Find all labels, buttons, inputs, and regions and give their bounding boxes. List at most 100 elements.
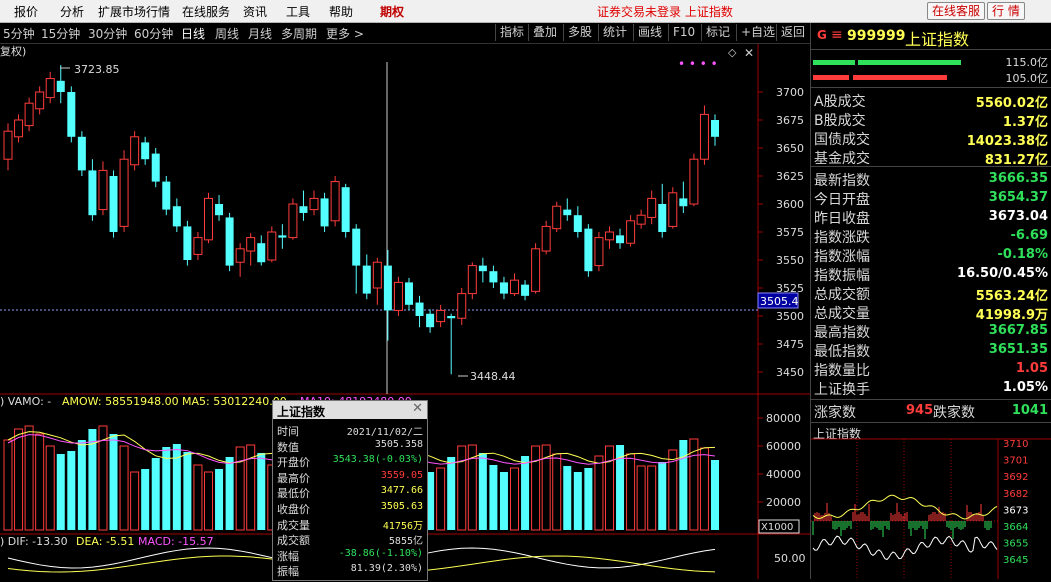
tooltip-row: 开盘价 3543.38(-0.03%) — [275, 454, 425, 469]
tooltip-close-icon[interactable]: ✕ — [412, 401, 423, 416]
info-row: 最新指数 3666.35 — [814, 170, 1048, 189]
menu-news[interactable]: 资讯 — [243, 3, 267, 20]
candle-body-down — [151, 153, 160, 182]
candle-body-down — [88, 170, 97, 216]
volume-bar-up — [699, 447, 709, 531]
info-row: 昨日收盘 3673.04 — [814, 208, 1048, 227]
volume-bar-down — [225, 457, 234, 530]
add-watchlist-button[interactable]: +自选 — [736, 24, 779, 41]
indicator-button[interactable]: 指标 — [495, 24, 528, 41]
volume-legend-amow: AMOW: 58551948.00 — [62, 395, 179, 408]
back-button[interactable]: 返回 — [776, 24, 809, 41]
menu-help[interactable]: 帮助 — [329, 3, 353, 20]
volume-bar-up — [130, 471, 140, 531]
info-row: 指数振幅 16.50/0.45% — [814, 265, 1048, 284]
info-row-value: 16.50/0.45% — [957, 266, 1048, 281]
volume-bar-up — [594, 455, 604, 531]
info-row: 今日开盘 3654.37 — [814, 189, 1048, 208]
candle-body-up — [604, 231, 614, 241]
period-15min[interactable]: 15分钟 — [41, 25, 80, 42]
tooltip-row-value: 3543.38(-0.03%) — [332, 454, 423, 466]
candle-body-down — [278, 235, 287, 238]
volume-bar-down — [67, 451, 76, 530]
candle-body-up — [267, 231, 277, 261]
info-row-label: 总成交量 — [814, 306, 870, 322]
multi-stock-button[interactable]: 多股 — [563, 24, 596, 41]
tooltip-row: 时间 2021/11/02/二 — [275, 423, 425, 438]
price-tick-label: 3575 — [776, 226, 804, 239]
price-tick-label: 3600 — [776, 198, 804, 211]
buy-bar-segment-1 — [813, 60, 855, 65]
mark-button[interactable]: 标记 — [701, 24, 734, 41]
volume-bar-down — [679, 440, 688, 530]
volume-bar-down — [56, 454, 65, 530]
menu-g-icon[interactable]: G — [817, 28, 827, 42]
period-more[interactable]: 更多 > — [326, 25, 364, 42]
info-row-value: 3666.35 — [988, 171, 1048, 186]
statistics-button[interactable]: 统计 — [598, 24, 631, 41]
tooltip-row-label: 成交量 — [277, 518, 310, 532]
quote-button[interactable]: 行 情 — [987, 2, 1025, 20]
mini-intraday-chart[interactable]: 上证指数 3710 3701 3692 3682 3673 3664 3655 3645 — [811, 423, 1051, 579]
index-code: 999999 — [847, 28, 906, 44]
period-monthly[interactable]: 月线 — [248, 25, 272, 42]
candle-body-down — [141, 142, 150, 160]
candle-body-up — [594, 237, 604, 267]
price-tick-label: 3475 — [776, 338, 804, 351]
diamond-icon[interactable]: ◇ — [728, 46, 737, 59]
volume-bar-down — [489, 465, 498, 530]
info-row-label: 最新指数 — [814, 173, 870, 189]
overlay-button[interactable]: 叠加 — [528, 24, 561, 41]
volume-bar-down — [77, 440, 86, 530]
menu-quote[interactable]: 报价 — [14, 3, 38, 20]
candle-body-up — [3, 130, 13, 160]
f10-button[interactable]: F10 — [668, 24, 699, 41]
tooltip-row-label: 数值 — [277, 440, 299, 454]
candle-body-down — [341, 187, 350, 232]
tooltip-row-value: 3477.66 — [380, 485, 423, 497]
volume-bar-up — [552, 453, 562, 531]
volume-bar-up — [510, 467, 520, 531]
menu-lines-icon[interactable]: ≡ — [831, 27, 843, 43]
period-30min[interactable]: 30分钟 — [88, 25, 127, 42]
draw-line-button[interactable]: 画线 — [633, 24, 666, 41]
price-tick-label: 3700 — [776, 86, 804, 99]
mini-price-line — [812, 535, 998, 561]
info-row-label: A股成交 — [814, 94, 866, 110]
menu-extended-market[interactable]: 扩展市场行情 — [98, 3, 170, 20]
menu-online-service[interactable]: 在线服务 — [182, 3, 230, 20]
period-60min[interactable]: 60分钟 — [134, 25, 173, 42]
candle-body-down — [658, 204, 667, 232]
low-annotation: 3448.44 — [470, 370, 516, 383]
tooltip-row-label: 最高价 — [277, 471, 310, 485]
index-header: G ≡ 999999 上证指数 — [811, 23, 1051, 50]
menu-tools[interactable]: 工具 — [286, 3, 310, 20]
candle-body-up — [24, 102, 34, 127]
info-row-value: 1.05% — [1002, 380, 1048, 395]
period-5min[interactable]: 5分钟 — [3, 25, 35, 42]
tooltip-row: 最低价 3477.66 — [275, 485, 425, 500]
tooltip-row-label: 成交额 — [277, 534, 310, 548]
candle-body-up — [541, 225, 551, 252]
candle-body-down — [521, 284, 530, 296]
volume-tick-label: 20000 — [766, 496, 801, 509]
candle-body-down — [77, 136, 86, 171]
period-multi[interactable]: 多周期 — [281, 25, 317, 42]
tooltip-row-value: 3559.05 — [380, 469, 423, 481]
volume-bar-up — [24, 425, 34, 531]
close-icon[interactable]: ✕ — [744, 46, 754, 60]
candle-body-up — [35, 91, 45, 110]
candle-body-up — [393, 281, 403, 311]
period-weekly[interactable]: 周线 — [215, 25, 239, 42]
volume-bar-up — [193, 464, 203, 531]
candle-body-down — [56, 80, 65, 92]
info-row-value: 3667.85 — [988, 323, 1048, 338]
candle-body-down — [352, 228, 361, 266]
online-service-button[interactable]: 在线客服 — [927, 2, 986, 20]
period-daily[interactable]: 日线 — [181, 25, 205, 42]
info-row: 最低指数 3651.35 — [814, 341, 1048, 360]
menu-options[interactable]: 期权 — [380, 3, 404, 20]
menu-analysis[interactable]: 分析 — [60, 3, 84, 20]
candle-body-up — [372, 261, 382, 289]
candle-body-down — [426, 313, 435, 328]
